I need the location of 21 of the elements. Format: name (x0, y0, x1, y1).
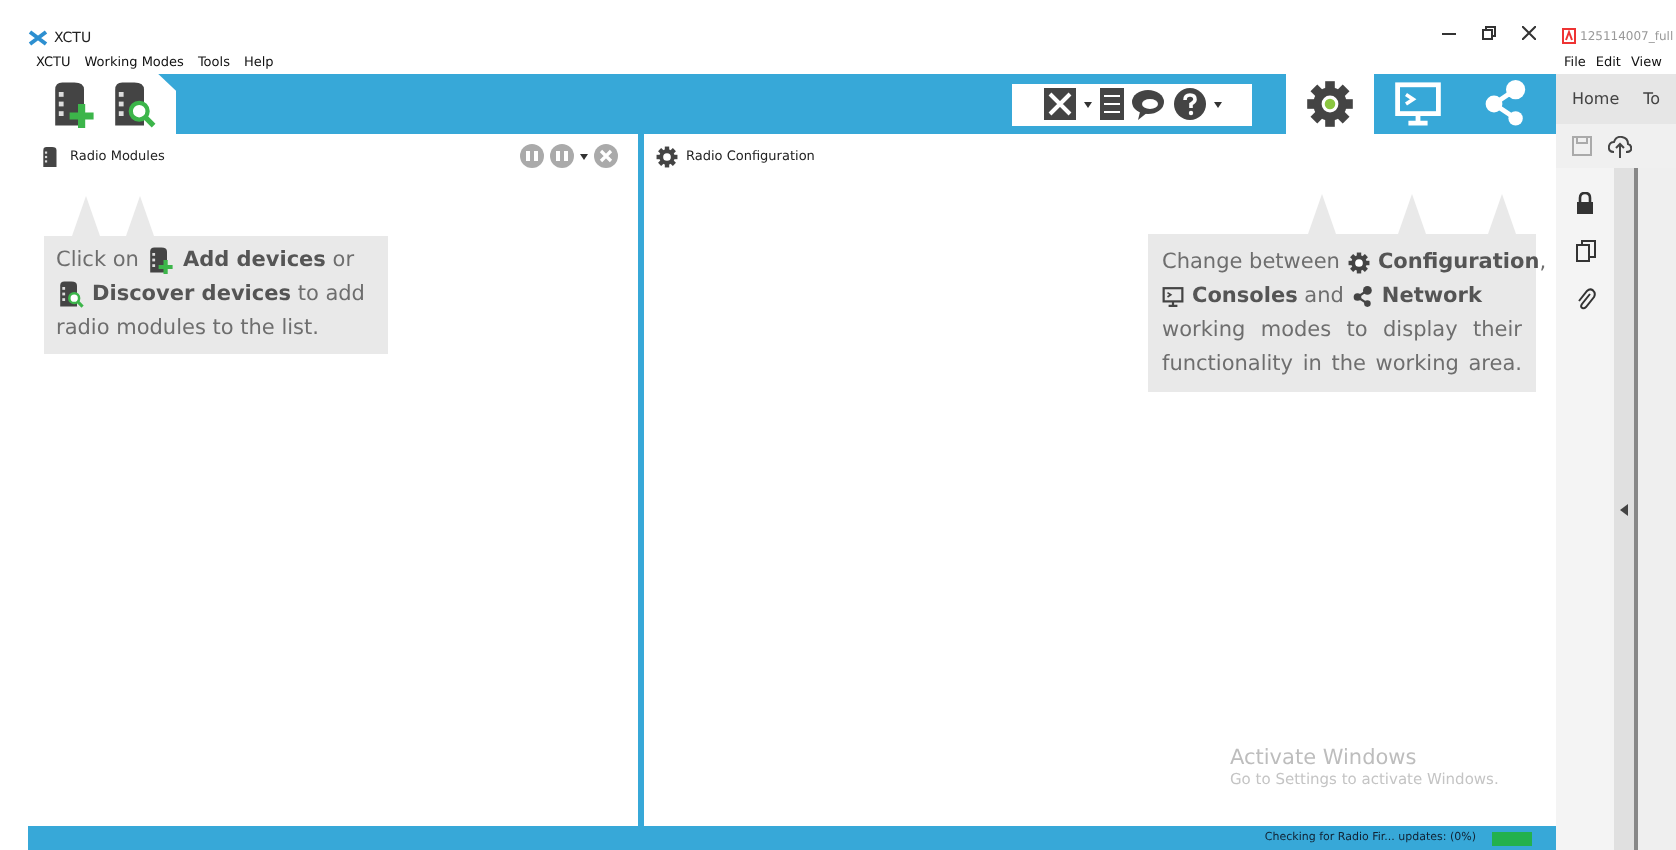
hint-text: radio modules to the list. (56, 314, 319, 344)
notice-title: Activate Windows (1230, 746, 1419, 770)
hint-text: Change between (1162, 248, 1340, 278)
hint-text: the (1331, 350, 1366, 380)
hint-text: modes (1260, 316, 1332, 346)
hint-text: to (1346, 316, 1368, 346)
hint-text: display (1383, 316, 1458, 346)
ribbon-tab[interactable]: To (1643, 90, 1661, 108)
hint-text: working (1375, 350, 1459, 380)
hint-text: in (1302, 350, 1322, 380)
ribbon-tab[interactable]: Home (1572, 90, 1620, 108)
hint-text: Discover devices to add (92, 280, 365, 310)
hint-text: their (1473, 316, 1522, 346)
hint-text: Click on (56, 246, 139, 276)
hint-text: functionality (1162, 350, 1293, 380)
hint-text: working (1162, 316, 1246, 346)
hint-text: Add devices or (182, 246, 355, 276)
hint-text: Configuration, (1377, 248, 1547, 278)
hint-text: Consoles and (1192, 282, 1344, 312)
hint-text: area. (1468, 350, 1522, 380)
hint-text: Network (1381, 282, 1482, 312)
